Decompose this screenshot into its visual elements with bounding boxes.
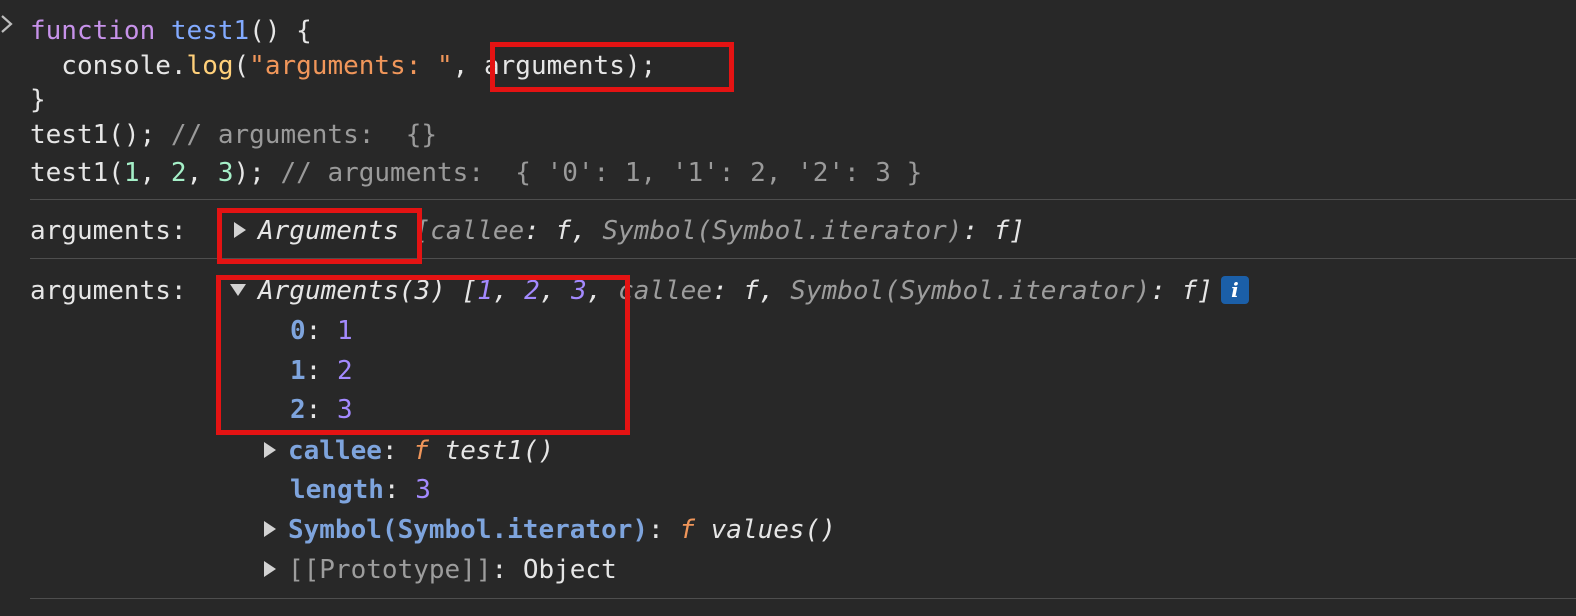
triangle-right-icon[interactable]: [264, 520, 276, 537]
preview-key: callee: [430, 216, 525, 246]
property-key: [[Prototype]]: [288, 555, 492, 585]
highlight-box: [490, 42, 734, 92]
code-line-5: test1(1, 2, 3); // arguments: { '0': 1, …: [30, 154, 922, 192]
info-icon[interactable]: i: [1220, 275, 1249, 304]
code-line-1: function test1() {: [30, 12, 312, 50]
preview-key: callee: [618, 276, 712, 306]
code-method: log: [186, 51, 234, 81]
preview-punct: :: [711, 276, 744, 306]
triangle-right-icon[interactable]: [264, 560, 276, 577]
code-line-4: test1(); // arguments: {}: [30, 116, 437, 154]
keyword-function: function: [30, 16, 156, 46]
highlight-box: [216, 275, 630, 435]
code-comment: // arguments: {}: [170, 120, 437, 150]
preview-key: Symbol(Symbol.iterator): [790, 276, 1151, 306]
iterator-row[interactable]: Symbol(Symbol.iterator): f values(): [264, 511, 836, 549]
preview-punct: :: [1150, 276, 1182, 306]
preview-f: f: [1181, 276, 1198, 306]
code-brace: }: [30, 85, 46, 115]
triangle-right-icon[interactable]: [264, 441, 276, 458]
log-label: arguments:: [30, 272, 202, 310]
code-punct: ,: [452, 51, 484, 81]
code-call: test1(: [30, 158, 124, 188]
property-value: Object: [522, 555, 617, 585]
preview-punct: :: [524, 216, 556, 246]
log-label-text: arguments:: [30, 216, 203, 246]
code-call: test1();: [30, 120, 171, 150]
preview-punct: :: [962, 216, 994, 246]
prototype-row[interactable]: [[Prototype]]: Object: [264, 551, 617, 589]
function-f: f: [679, 515, 695, 545]
code-punct: (: [233, 51, 250, 81]
log-label-text: arguments:: [30, 276, 203, 306]
preview-key: Symbol(Symbol.iterator): [602, 216, 963, 246]
callee-row[interactable]: callee: f test1(): [264, 432, 554, 470]
function-f: f: [413, 436, 429, 466]
function-value: values(): [710, 515, 836, 545]
code-punct: );: [233, 158, 281, 188]
code-punct: ,: [139, 158, 171, 188]
length-row: length: 3: [290, 475, 431, 505]
console-divider: [30, 598, 1576, 599]
function-value: test1(): [444, 436, 555, 466]
highlight-box: [217, 208, 422, 264]
preview-f: f: [993, 216, 1010, 246]
log-label: arguments:: [30, 212, 202, 250]
code-number: 3: [217, 158, 234, 188]
preview-punct: ,: [758, 276, 791, 306]
code-line-3: }: [30, 81, 46, 119]
property-key: callee: [288, 436, 382, 466]
code-punct: () {: [249, 16, 312, 46]
preview-punct: ]: [1197, 276, 1213, 306]
property-value: 3: [415, 475, 431, 505]
property-key: length: [290, 475, 384, 505]
prompt-chevron-icon: [1, 15, 13, 33]
code-punct: ,: [186, 158, 218, 188]
code-object: console.: [30, 51, 187, 81]
code-comment: // arguments: { '0': 1, '1': 2, '2': 3 }: [280, 158, 923, 188]
code-number: 1: [123, 158, 140, 188]
preview-f: f: [743, 276, 759, 306]
function-name: test1: [170, 16, 250, 46]
property-key: Symbol(Symbol.iterator): [288, 515, 649, 545]
code-string: "arguments: ": [249, 51, 453, 81]
preview-punct: ,: [571, 216, 603, 246]
preview-punct: ]: [1009, 216, 1026, 246]
code-number: 2: [170, 158, 187, 188]
preview-f: f: [555, 216, 572, 246]
console-divider: [30, 199, 1576, 200]
